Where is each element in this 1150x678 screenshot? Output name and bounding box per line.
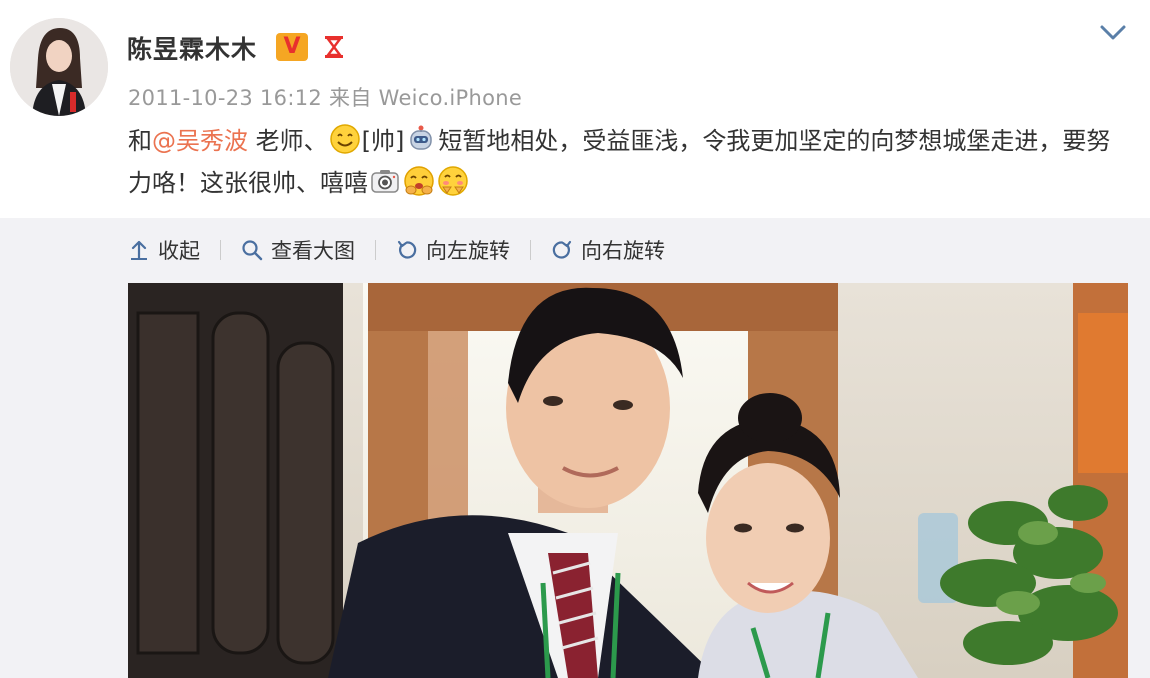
username[interactable]: 陈昱霖木木 — [127, 30, 257, 66]
collapse-button[interactable]: 收起 — [128, 235, 200, 265]
view-large-label: 查看大图 — [271, 239, 355, 263]
rotate-right-label: 向右旋转 — [581, 239, 665, 263]
toolbar-divider — [530, 240, 531, 260]
view-large-button[interactable]: 查看大图 — [241, 235, 355, 265]
giggle-emoji-icon — [404, 166, 434, 196]
collapse-label: 收起 — [158, 239, 200, 263]
chevron-down-icon[interactable] — [1098, 20, 1128, 44]
text-part2: 老师、 — [248, 127, 328, 155]
smile-emoji-icon — [329, 124, 360, 154]
post-header: 陈昱霖木木 V 2011-10-23 16:12 来自 Weico.iPhone… — [0, 0, 1150, 218]
timestamp[interactable]: 2011-10-23 16:12 — [128, 86, 322, 110]
source-app[interactable]: Weico.iPhone — [379, 86, 522, 110]
camera-emoji-icon — [371, 170, 399, 193]
rotate-left-button[interactable]: 向左旋转 — [396, 235, 510, 265]
post-photo[interactable] — [128, 283, 1128, 678]
toolbar-divider — [220, 240, 221, 260]
verified-badge[interactable]: V — [276, 33, 308, 61]
image-toolbar: 收起 查看大图 向左旋转 向右旋转 — [128, 232, 665, 268]
magnifier-icon — [242, 240, 263, 261]
source-prefix: 来自 — [329, 86, 372, 110]
hourglass-icon[interactable] — [320, 33, 348, 61]
rotate-right-button[interactable]: 向右旋转 — [551, 235, 665, 265]
text-part1: 和 — [128, 127, 152, 155]
mention-link[interactable]: @吴秀波 — [152, 127, 248, 155]
shy-emoji-icon — [438, 166, 468, 196]
photo-illustration — [128, 283, 1128, 678]
verified-badge-label: V — [283, 33, 301, 59]
toolbar-divider — [375, 240, 376, 260]
rotate-left-icon — [397, 240, 417, 259]
rotate-left-label: 向左旋转 — [426, 239, 510, 263]
post-text: 和@吴秀波 老师、 [帅] 短暂地相处，受益匪浅，令我更加坚定的向梦想城堡走进，要努… — [128, 120, 1128, 204]
robot-emoji-icon — [410, 125, 433, 150]
avatar[interactable] — [10, 18, 108, 116]
avatar-image — [10, 18, 108, 116]
rotate-right-icon — [552, 240, 572, 259]
arrow-up-icon — [131, 240, 147, 260]
post-meta: 2011-10-23 16:12 来自 Weico.iPhone — [128, 82, 522, 112]
emoticon-tag: [帅] — [361, 127, 405, 155]
